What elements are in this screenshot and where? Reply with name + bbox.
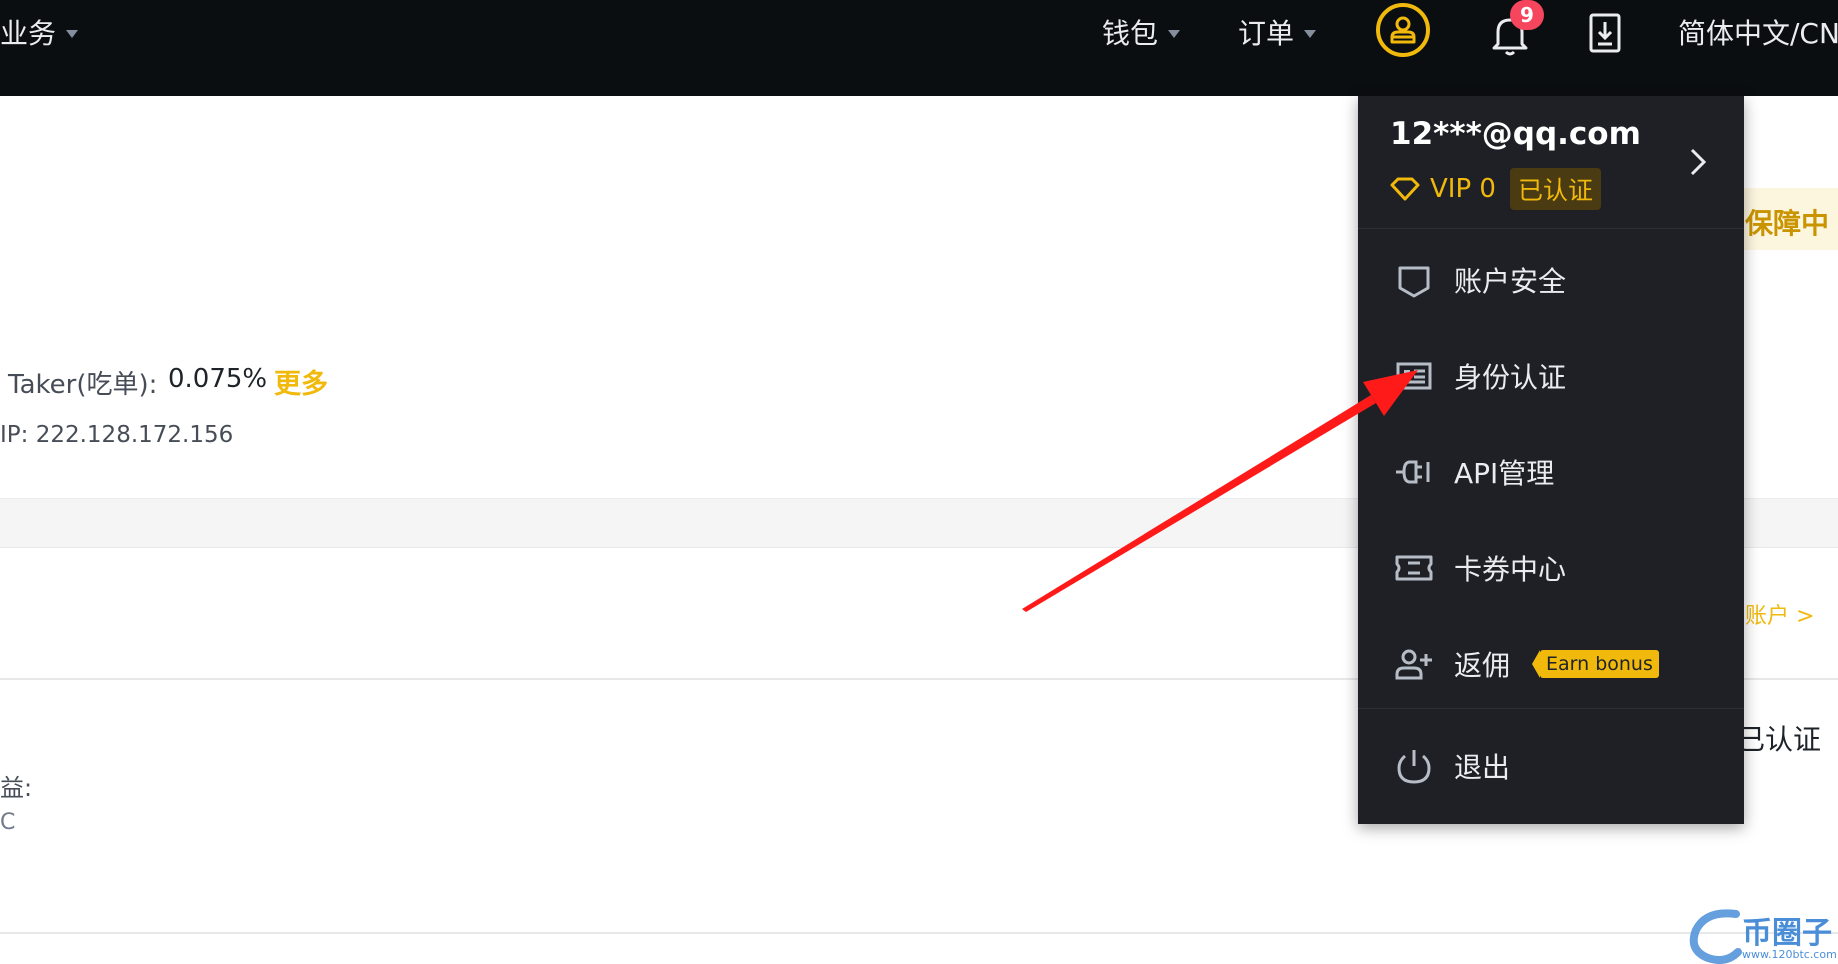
top-navigation-bar: 业务 钱包 订单 9 简体中文/CN xyxy=(0,0,1838,96)
menu-item-label: 账户安全 xyxy=(1454,265,1567,298)
user-icon xyxy=(1390,16,1416,44)
download-icon xyxy=(1589,13,1621,53)
diamond-icon xyxy=(1390,177,1420,201)
ticket-icon xyxy=(1395,555,1433,581)
verified-status-fragment: 已认证 xyxy=(1737,723,1822,756)
menu-item-logout[interactable]: 退出 xyxy=(1358,718,1744,814)
chevron-down-icon xyxy=(1304,30,1317,38)
nav-wallet-menu[interactable]: 钱包 xyxy=(1102,0,1181,64)
verified-badge: 已认证 xyxy=(1509,168,1601,210)
taker-fee-label: Taker(吃单): xyxy=(8,370,158,400)
language-selector[interactable]: 简体中文/CN xyxy=(1678,0,1838,64)
earn-bonus-badge: Earn bonus xyxy=(1532,650,1659,678)
id-card-icon xyxy=(1396,362,1432,390)
dropdown-account-header[interactable]: 12***@qq.com VIP 0 已认证 xyxy=(1358,96,1744,229)
user-dropdown-menu: 12***@qq.com VIP 0 已认证 账户安全 身份认证 API管理 卡… xyxy=(1358,96,1744,824)
nav-orders-label: 订单 xyxy=(1238,17,1295,50)
vip-row: VIP 0 已认证 xyxy=(1390,168,1601,210)
nav-business-menu[interactable]: 业务 xyxy=(0,0,79,64)
fee-more-link[interactable]: 更多 xyxy=(274,362,328,401)
menu-item-label: 卡券中心 xyxy=(1454,553,1567,586)
download-app-button[interactable] xyxy=(1588,12,1622,54)
notification-count-badge: 9 xyxy=(1510,0,1544,30)
account-link-fragment[interactable]: 账户 > xyxy=(1745,598,1814,630)
account-email: 12***@qq.com xyxy=(1390,116,1641,152)
language-label: 简体中文/CN xyxy=(1678,17,1838,50)
chevron-right-icon xyxy=(1690,148,1707,176)
left-fragment-value: C xyxy=(0,810,16,835)
menu-item-label: 退出 xyxy=(1454,751,1511,784)
earn-bonus-text: Earn bonus xyxy=(1540,650,1659,678)
nav-orders-menu[interactable]: 订单 xyxy=(1238,0,1317,64)
badge-pointer xyxy=(1532,650,1540,678)
menu-item-label: API管理 xyxy=(1454,457,1555,490)
shield-icon xyxy=(1398,266,1430,298)
user-avatar-button[interactable] xyxy=(1376,3,1430,57)
api-plug-icon xyxy=(1396,460,1430,484)
menu-item-label: 身份认证 xyxy=(1454,361,1567,394)
add-user-icon xyxy=(1395,649,1432,680)
watermark-brand: 币圈子 xyxy=(1742,916,1832,951)
chevron-down-icon xyxy=(1168,30,1181,38)
power-icon xyxy=(1397,750,1431,784)
nav-wallet-label: 钱包 xyxy=(1102,17,1159,50)
protection-banner-text: 保障中 xyxy=(1745,207,1830,240)
left-fragment-label: 益: xyxy=(0,774,33,802)
watermark-url: www.120btc.com xyxy=(1742,948,1837,961)
login-ip-text: IP: 222.128.172.156 xyxy=(0,422,234,448)
menu-item-label: 返佣 xyxy=(1454,649,1511,682)
chevron-down-icon xyxy=(66,30,79,38)
section-divider xyxy=(0,932,1838,934)
menu-item-account-security[interactable]: 账户安全 xyxy=(1358,232,1744,328)
vip-level: VIP 0 xyxy=(1430,174,1496,204)
taker-fee-value: 0.075% xyxy=(168,364,268,394)
menu-item-identity-verification[interactable]: 身份认证 xyxy=(1358,328,1744,424)
menu-item-coupon-center[interactable]: 卡券中心 xyxy=(1358,520,1744,616)
menu-item-api-management[interactable]: API管理 xyxy=(1358,424,1744,520)
nav-business-label: 业务 xyxy=(0,17,57,50)
menu-separator xyxy=(1358,708,1744,709)
menu-item-referral[interactable]: 返佣 Earn bonus xyxy=(1358,616,1744,712)
